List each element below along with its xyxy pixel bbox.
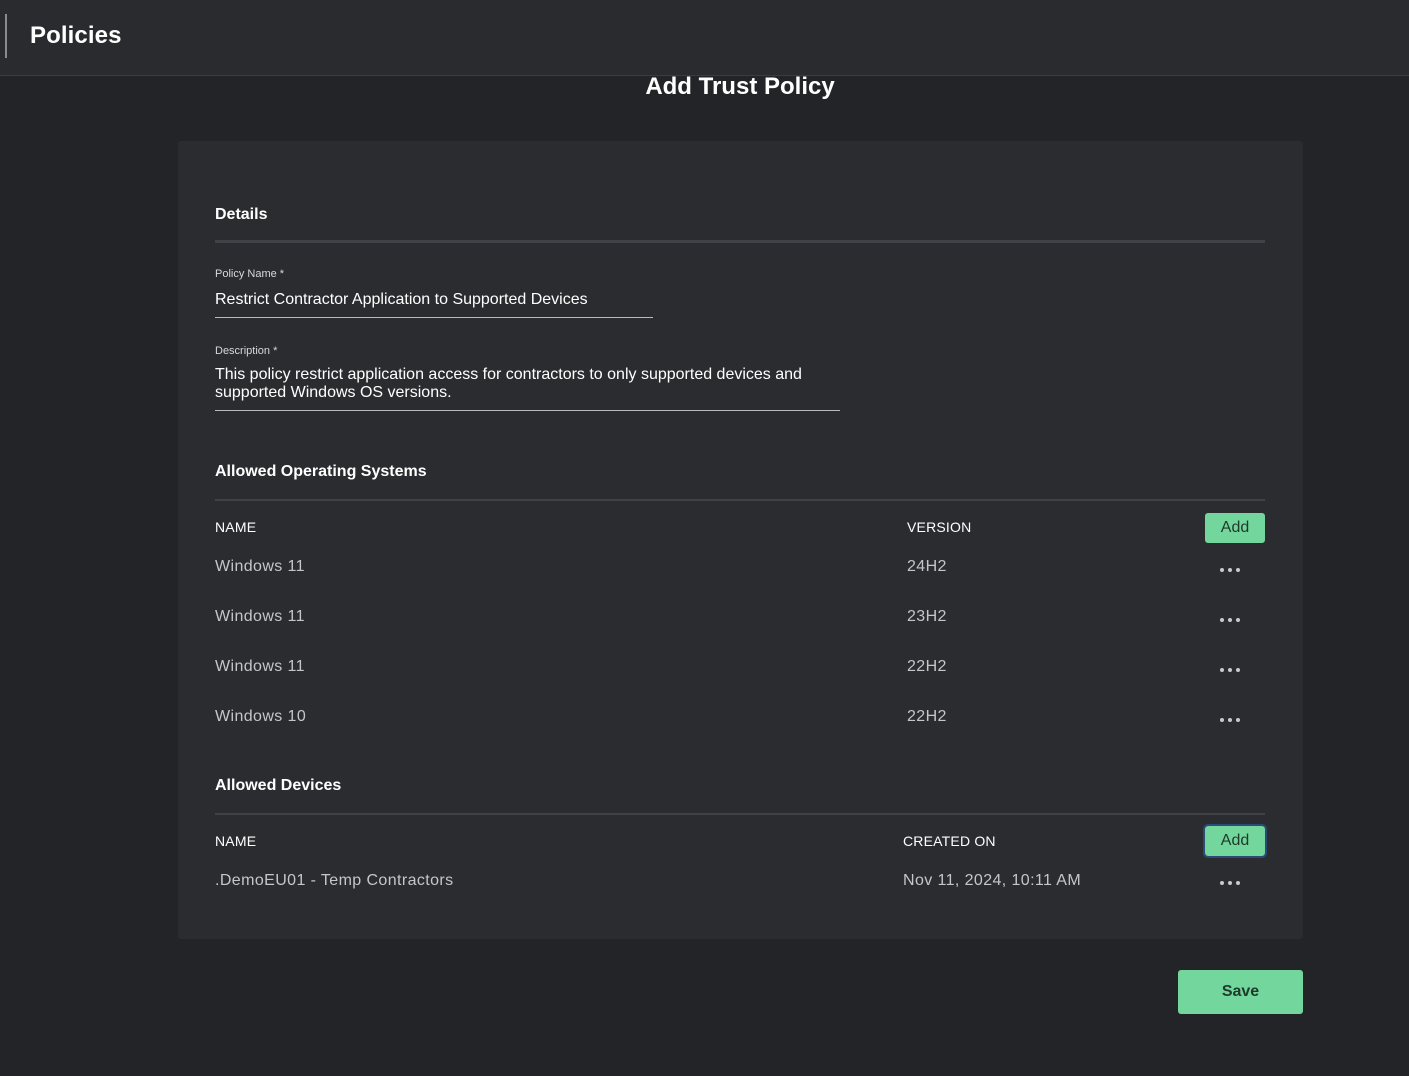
more-horizontal-icon[interactable] xyxy=(1220,665,1240,675)
top-bar: Policies xyxy=(0,0,1409,76)
add-device-button[interactable]: Add xyxy=(1203,824,1267,858)
more-horizontal-icon[interactable] xyxy=(1220,615,1240,625)
policy-name-field[interactable]: Restrict Contractor Application to Suppo… xyxy=(215,291,588,309)
os-version-cell: 23H2 xyxy=(907,608,947,625)
description-line-2: supported Windows OS versions. xyxy=(215,384,452,401)
more-horizontal-icon[interactable] xyxy=(1220,878,1240,888)
device-name-cell: .DemoEU01 - Temp Contractors xyxy=(215,872,454,889)
os-section-title: Allowed Operating Systems xyxy=(215,463,427,480)
device-created-column-header: CREATED ON xyxy=(903,833,996,849)
details-section-title: Details xyxy=(215,206,268,223)
devices-section-title: Allowed Devices xyxy=(215,777,342,794)
os-version-cell: 22H2 xyxy=(907,708,947,725)
policy-name-label: Policy Name * xyxy=(215,268,285,280)
save-button[interactable]: Save xyxy=(1178,970,1303,1014)
details-divider xyxy=(215,240,1265,243)
more-horizontal-icon[interactable] xyxy=(1220,565,1240,575)
os-version-cell: 22H2 xyxy=(907,658,947,675)
os-name-cell: Windows 11 xyxy=(215,658,305,675)
device-name-column-header: NAME xyxy=(215,833,257,849)
os-name-cell: Windows 11 xyxy=(215,558,305,575)
add-os-button[interactable]: Add xyxy=(1205,513,1265,543)
description-underline xyxy=(215,410,840,411)
devices-divider xyxy=(215,813,1265,815)
header-divider xyxy=(5,14,7,58)
page-title: Add Trust Policy xyxy=(645,73,835,100)
os-version-cell: 24H2 xyxy=(907,558,947,575)
device-created-cell: Nov 11, 2024, 10:11 AM xyxy=(903,872,1082,889)
more-horizontal-icon[interactable] xyxy=(1220,715,1240,725)
os-name-cell: Windows 10 xyxy=(215,708,307,725)
policy-name-underline xyxy=(215,317,653,318)
os-version-column-header: VERSION xyxy=(907,519,972,535)
app-title: Policies xyxy=(30,22,122,49)
os-name-column-header: NAME xyxy=(215,519,257,535)
os-divider xyxy=(215,499,1265,501)
os-name-cell: Windows 11 xyxy=(215,608,305,625)
description-line-1: This policy restrict application access … xyxy=(215,366,802,383)
description-label: Description * xyxy=(215,345,278,357)
policy-form-card: Details Policy Name * Restrict Contracto… xyxy=(178,141,1303,939)
